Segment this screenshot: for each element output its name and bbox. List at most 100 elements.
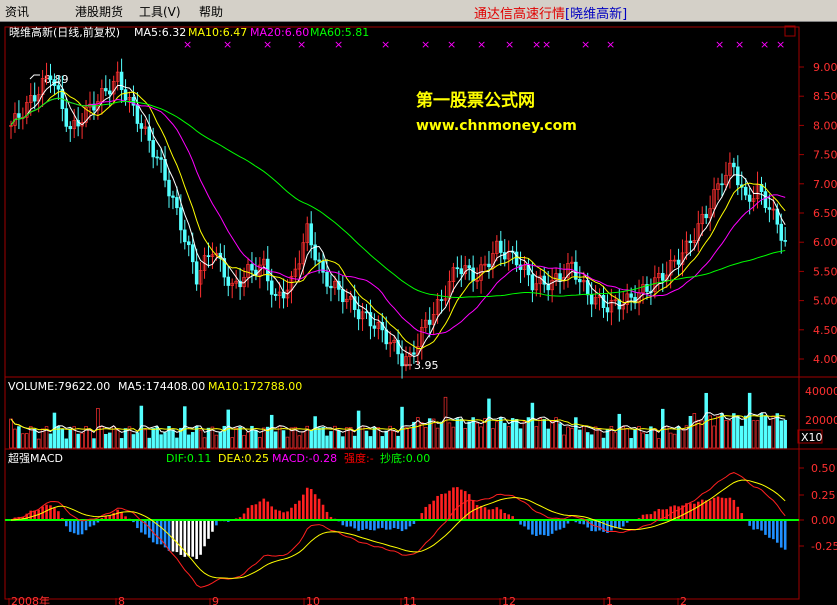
- candle-body: [467, 265, 471, 269]
- volume-bar: [147, 437, 152, 449]
- macd-tick-label: 0.25: [811, 489, 836, 502]
- candle-body: [309, 223, 313, 246]
- volume-bar: [119, 438, 124, 449]
- candle-body: [487, 263, 491, 268]
- volume-bar: [653, 428, 657, 449]
- volume-bar: [629, 438, 633, 449]
- x-tick-label: 8: [118, 595, 125, 605]
- dea-line: [10, 479, 786, 579]
- candle-body: [159, 157, 163, 160]
- x-tick-label: 9: [212, 595, 219, 605]
- volume-bar: [420, 422, 424, 449]
- volume-bar: [724, 420, 728, 449]
- candle-body: [329, 285, 333, 289]
- volume-bar: [424, 426, 428, 449]
- volume-bar: [542, 419, 546, 449]
- volume-bar: [234, 427, 238, 449]
- candle-body: [250, 264, 254, 271]
- price-tick-label: 8.00: [813, 119, 837, 132]
- candle-body: [17, 113, 21, 118]
- signal-marker: ×: [532, 38, 541, 51]
- volume-bar: [80, 432, 84, 449]
- stock-title: [晓维高新]: [565, 7, 628, 22]
- signal-marker: ×: [421, 38, 430, 51]
- volume-bar: [202, 437, 207, 449]
- volume-bar: [285, 436, 290, 449]
- menu-hk-futures[interactable]: 港股期货: [75, 3, 123, 20]
- macd-bottom-label: 抄底:0.00: [380, 451, 430, 465]
- volume-bar: [309, 430, 313, 449]
- candle-body: [48, 75, 53, 80]
- volume-ma-lines: [10, 412, 786, 434]
- macd-value-label: MACD:-0.28: [272, 452, 337, 465]
- candle-body: [732, 162, 736, 168]
- candle-body: [194, 261, 199, 285]
- volume-bar: [743, 415, 748, 449]
- volume-bar: [214, 434, 219, 449]
- macd-tick-label: -0.25: [811, 540, 837, 553]
- candle-body: [226, 276, 231, 286]
- signal-marker: ×: [606, 38, 615, 51]
- price-tick-label: 5.50: [813, 265, 837, 278]
- volume-bar: [680, 428, 685, 449]
- volume-bar: [720, 413, 724, 449]
- volume-bar: [380, 436, 385, 449]
- volume-bar: [550, 421, 554, 449]
- moving-averages: [10, 81, 786, 358]
- volume-bar: [392, 430, 396, 449]
- volume-label: VOLUME:79622.00: [8, 380, 110, 393]
- volume-bar: [32, 428, 37, 449]
- volume-bar: [60, 429, 65, 449]
- candle-body: [629, 293, 633, 298]
- volume-bar: [546, 428, 550, 449]
- menu-help[interactable]: 帮助: [199, 3, 223, 20]
- app-brand: 通达信高速行情: [474, 7, 566, 22]
- volume-bar: [581, 426, 586, 449]
- candle-body: [743, 186, 748, 196]
- volume-ma5-label: MA5:174408.00: [118, 380, 205, 393]
- candle-body: [439, 299, 444, 301]
- signal-marker: ×: [223, 38, 232, 51]
- volume-bar: [68, 428, 72, 449]
- volume-bar: [159, 434, 163, 449]
- volume-ma10-line: [10, 415, 786, 432]
- dif-line: [10, 472, 786, 588]
- volume-bar: [558, 423, 562, 449]
- candle-body: [589, 294, 594, 305]
- candle-body: [605, 307, 610, 313]
- signal-marker: ×: [542, 38, 551, 51]
- candle-body: [720, 183, 724, 186]
- price-tick-label: 4.00: [813, 353, 837, 366]
- volume-bar: [443, 396, 448, 449]
- volume-bar: [625, 428, 629, 449]
- volume-bar: [297, 435, 302, 449]
- volume-bar: [751, 420, 756, 449]
- candle-body: [459, 268, 464, 275]
- macd-histogram: [5, 487, 799, 560]
- volume-bar: [329, 431, 333, 449]
- menu-tools[interactable]: 工具(V): [139, 3, 181, 20]
- menu-info[interactable]: 资讯: [5, 3, 29, 20]
- volume-bar: [732, 413, 736, 449]
- volume-bar: [364, 430, 369, 449]
- volume-bar: [439, 421, 444, 449]
- volume-bar: [562, 434, 566, 449]
- candle-body: [273, 294, 278, 296]
- volume-bar: [605, 429, 610, 449]
- volume-bar: [491, 428, 495, 449]
- volume-bar: [277, 425, 282, 449]
- chart-area[interactable]: 晓维高新(日线,前复权) MA5:6.32 MA10:6.47 MA20:6.6…: [0, 22, 837, 605]
- volume-bar: [111, 426, 116, 449]
- candle-body: [779, 223, 783, 241]
- volume-bar: [479, 426, 483, 449]
- candle-body: [155, 156, 159, 159]
- stock-label: 晓维高新(日线,前复权): [9, 25, 120, 39]
- volume-bar: [455, 418, 460, 449]
- candle-body: [455, 267, 460, 270]
- macd-dif-label: DIF:0.11: [166, 452, 211, 465]
- x-tick-label: 2: [680, 595, 687, 605]
- volume-bar: [281, 430, 286, 449]
- volume-bars: [9, 392, 787, 449]
- candle-body: [151, 140, 155, 158]
- candle-body: [341, 289, 345, 303]
